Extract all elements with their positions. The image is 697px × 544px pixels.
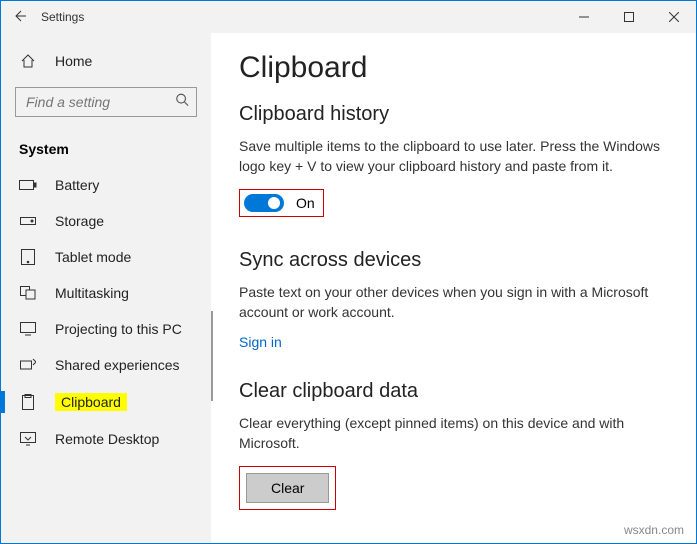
sidebar-item-label: Projecting to this PC <box>55 321 182 337</box>
page-title: Clipboard <box>239 51 668 85</box>
sidebar-item-label: Battery <box>55 177 99 193</box>
watermark: wsxdn.com <box>624 523 684 537</box>
sidebar-item-shared-experiences[interactable]: Shared experiences <box>1 347 211 383</box>
sidebar: Home System Battery Storage Tablet mode <box>1 33 211 543</box>
search-icon <box>175 93 189 112</box>
sidebar-item-remote-desktop[interactable]: Remote Desktop <box>1 421 211 457</box>
sign-in-link[interactable]: Sign in <box>239 334 282 350</box>
sync-heading: Sync across devices <box>239 249 668 272</box>
toggle-knob <box>268 197 280 209</box>
sidebar-item-tablet-mode[interactable]: Tablet mode <box>1 239 211 275</box>
sidebar-item-storage[interactable]: Storage <box>1 203 211 239</box>
sidebar-home-label: Home <box>55 53 92 69</box>
sidebar-item-clipboard[interactable]: Clipboard <box>1 383 211 421</box>
window-title: Settings <box>41 10 84 24</box>
close-button[interactable] <box>651 1 696 33</box>
projecting-icon <box>19 322 37 336</box>
clipboard-icon <box>19 394 37 410</box>
sidebar-item-battery[interactable]: Battery <box>1 167 211 203</box>
clipboard-history-toggle[interactable] <box>244 194 284 212</box>
clipboard-history-desc: Save multiple items to the clipboard to … <box>239 136 668 177</box>
maximize-button[interactable] <box>606 1 651 33</box>
content-panel: Clipboard Clipboard history Save multipl… <box>211 33 696 543</box>
sidebar-item-label: Clipboard <box>55 393 127 411</box>
toggle-state-label: On <box>296 195 315 211</box>
sidebar-item-label: Remote Desktop <box>55 431 159 447</box>
sync-desc: Paste text on your other devices when yo… <box>239 282 668 323</box>
clipboard-history-heading: Clipboard history <box>239 103 668 126</box>
battery-icon <box>19 179 37 191</box>
scroll-indicator <box>211 311 213 401</box>
tablet-icon <box>19 249 37 265</box>
sidebar-item-label: Shared experiences <box>55 357 180 373</box>
sidebar-home[interactable]: Home <box>1 43 211 79</box>
sidebar-item-label: Tablet mode <box>55 249 131 265</box>
home-icon <box>19 53 37 69</box>
sidebar-item-projecting[interactable]: Projecting to this PC <box>1 311 211 347</box>
clear-button[interactable]: Clear <box>246 473 329 503</box>
back-icon[interactable] <box>11 8 27 27</box>
minimize-button[interactable] <box>561 1 606 33</box>
storage-icon <box>19 215 37 227</box>
search-input[interactable] <box>15 87 197 117</box>
titlebar: Settings <box>1 1 696 33</box>
sidebar-item-label: Multitasking <box>55 285 129 301</box>
clear-desc: Clear everything (except pinned items) o… <box>239 413 668 454</box>
sidebar-item-multitasking[interactable]: Multitasking <box>1 275 211 311</box>
remote-desktop-icon <box>19 432 37 446</box>
multitasking-icon <box>19 286 37 300</box>
sidebar-section-header: System <box>1 135 211 167</box>
clear-heading: Clear clipboard data <box>239 380 668 403</box>
shared-icon <box>19 358 37 372</box>
sidebar-item-label: Storage <box>55 213 104 229</box>
